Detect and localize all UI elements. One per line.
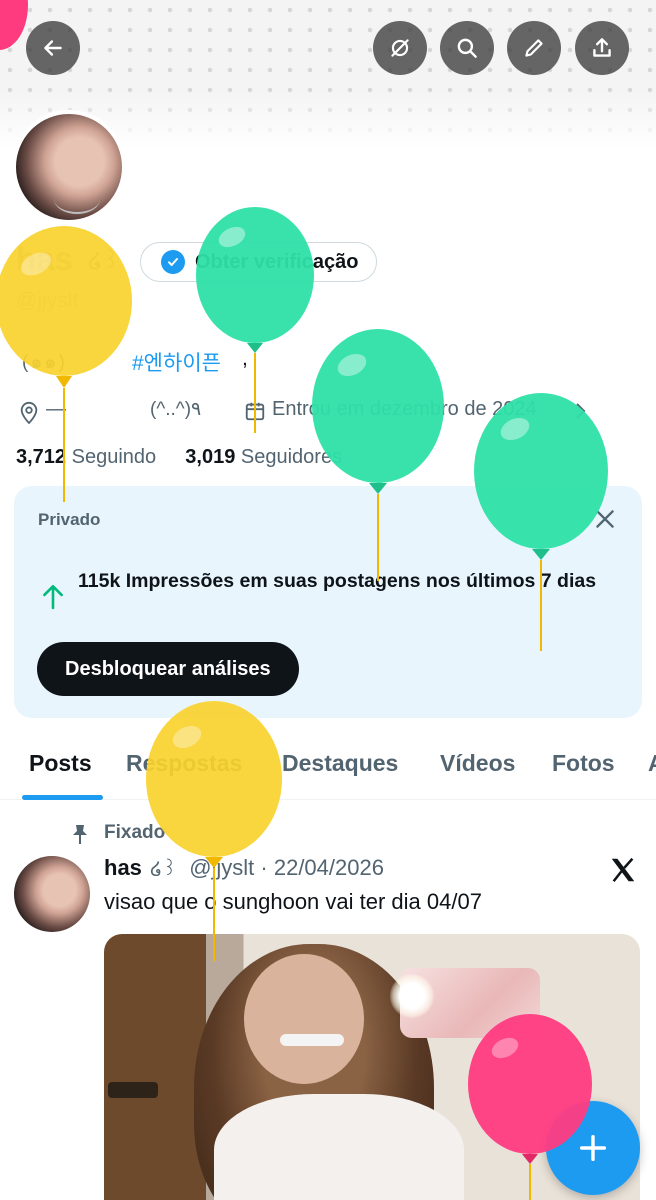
profile-tabs: Posts Respostas Destaques Vídeos Fotos A — [0, 732, 656, 800]
search-icon — [457, 38, 477, 58]
profile-handle: @jjyslt — [16, 289, 79, 312]
strikethrough-circle-icon — [391, 39, 409, 57]
location-text: — — [46, 398, 66, 420]
pencil-icon — [525, 39, 543, 57]
post-author-avatar[interactable] — [14, 856, 90, 932]
edit-button[interactable] — [507, 21, 561, 75]
tab-replies[interactable]: Respostas — [126, 750, 242, 777]
following-label[interactable]: Seguindo — [72, 446, 157, 468]
unlock-analytics-button[interactable]: Desbloquear análises — [37, 642, 299, 696]
share-upload-icon — [593, 38, 611, 57]
profile-name-glyph: ໒꒱ — [88, 248, 120, 273]
active-tab-indicator — [22, 795, 103, 800]
profile-meta-row: — (^..^)٩ Entrou em dezembro de 2024 — [18, 397, 638, 427]
arrow-up-icon — [43, 585, 63, 610]
back-button[interactable] — [26, 21, 80, 75]
joined-date[interactable]: Entrou em dezembro de 2024 — [272, 398, 537, 421]
verified-check-icon — [161, 250, 185, 274]
tab-highlights[interactable]: Destaques — [282, 750, 398, 777]
analytics-card: Privado 115k Impressões em suas postagen… — [14, 486, 642, 718]
tab-videos[interactable]: Vídeos — [440, 750, 515, 777]
get-verified-button[interactable]: Obter verificação — [140, 242, 378, 282]
tab-more[interactable]: A — [648, 750, 656, 777]
location-pin-icon — [20, 401, 38, 425]
pin-icon — [73, 825, 87, 844]
compose-button[interactable] — [546, 1101, 640, 1195]
chevron-right-icon — [576, 403, 586, 419]
followers-count[interactable]: 3,019 — [185, 446, 235, 468]
tab-photos[interactable]: Fotos — [552, 750, 615, 777]
close-icon[interactable] — [592, 506, 618, 532]
bio-decoration: (๑๑) — [22, 352, 67, 373]
pinned-label: Fixado — [104, 822, 166, 843]
post-meta: @jjyslt · 22/04/2026 — [189, 855, 384, 880]
get-verified-label: Obter verificação — [195, 250, 359, 273]
mute-button[interactable] — [373, 21, 427, 75]
x-logo-icon[interactable] — [608, 855, 638, 885]
search-button[interactable] — [440, 21, 494, 75]
bio-hashtag-link[interactable]: #엔하이픈 — [132, 347, 221, 377]
post-header: has ໒꒱ @jjyslt · 22/04/2026 — [104, 855, 384, 881]
arrow-left-icon — [44, 40, 62, 56]
calendar-icon — [245, 402, 265, 421]
post-text: visao que o sunghoon vai ter dia 04/07 — [104, 889, 482, 914]
profile-avatar[interactable] — [12, 110, 126, 224]
follow-stats: 3,712 Seguindo 3,019 Seguidores — [16, 446, 342, 469]
card-private-label: Privado — [38, 510, 101, 529]
profile-name: has — [16, 240, 73, 277]
plus-icon — [579, 1134, 607, 1162]
tab-posts[interactable]: Posts — [29, 750, 92, 777]
impressions-text: 115k Impressões em suas postagens nos úl… — [78, 570, 597, 592]
location-decoration: (^..^)٩ — [150, 399, 202, 420]
post-author-name[interactable]: has — [104, 855, 142, 880]
following-count[interactable]: 3,712 — [16, 446, 66, 468]
share-button[interactable] — [575, 21, 629, 75]
post-author-glyph: ໒꒱ — [150, 859, 178, 880]
bio-comma: , — [242, 347, 248, 370]
followers-label[interactable]: Seguidores — [241, 446, 342, 468]
